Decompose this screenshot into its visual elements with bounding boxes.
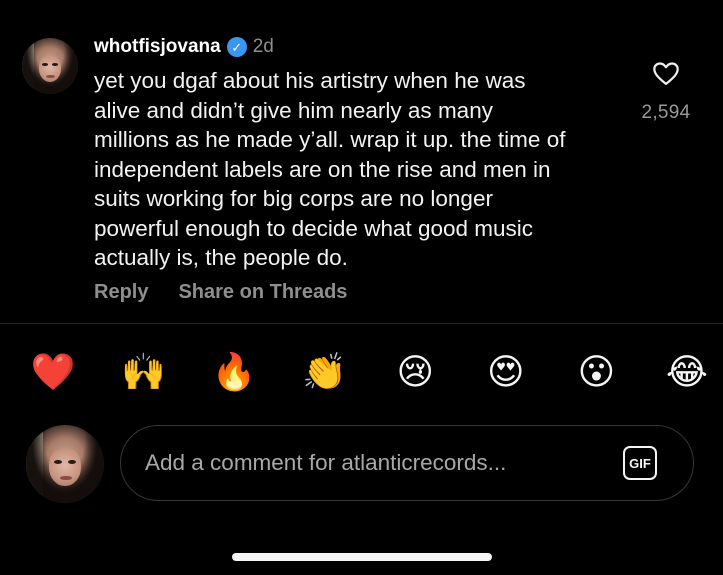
comment-input[interactable]: Add a comment for atlanticrecords... GIF	[120, 425, 694, 501]
current-user-avatar	[26, 425, 104, 503]
comment-header: whotfisjovana ✓ 2d	[94, 36, 654, 58]
quick-reactions: ❤️ 🙌 🔥 👏 😢 😍 😮 😂	[30, 350, 710, 396]
avatar-lips	[46, 74, 56, 78]
comment-actions: Reply Share on Threads	[94, 281, 347, 304]
avatar-eye	[54, 460, 62, 464]
heart-outline-icon[interactable]	[652, 60, 680, 88]
avatar-face	[49, 448, 81, 486]
avatar-eye	[42, 63, 48, 66]
commenter-avatar[interactable]	[22, 38, 78, 94]
verified-badge-icon: ✓	[226, 37, 247, 57]
gif-icon[interactable]: GIF	[623, 446, 657, 480]
comment-username[interactable]: whotfisjovana	[94, 36, 221, 58]
avatar-eye	[52, 63, 58, 66]
like-count: 2,594	[641, 102, 691, 123]
reaction-raising-hands[interactable]: 🙌	[121, 350, 167, 396]
reaction-tears-of-joy[interactable]: 😂	[664, 350, 710, 396]
comment: whotfisjovana ✓ 2d yet you dgaf about hi…	[94, 36, 654, 273]
share-on-threads-button[interactable]: Share on Threads	[178, 281, 347, 304]
avatar-eye	[68, 460, 76, 464]
reaction-clapping-hands[interactable]: 👏	[302, 350, 348, 396]
reply-button[interactable]: Reply	[94, 281, 148, 304]
reaction-heart-eyes[interactable]: 😍	[483, 350, 529, 396]
reaction-surprised-face[interactable]: 😮	[573, 350, 619, 396]
divider	[0, 323, 723, 324]
comment-age: 2d	[252, 36, 274, 57]
like-control: 2,594	[631, 60, 701, 124]
comment-input-placeholder: Add a comment for atlanticrecords...	[145, 450, 507, 475]
reaction-red-heart[interactable]: ❤️	[30, 350, 76, 396]
home-indicator[interactable]	[232, 553, 492, 561]
reaction-crying-face[interactable]: 😢	[392, 350, 438, 396]
reaction-fire[interactable]: 🔥	[211, 350, 257, 396]
comment-text: yet you dgaf about his artistry when he …	[94, 68, 566, 270]
